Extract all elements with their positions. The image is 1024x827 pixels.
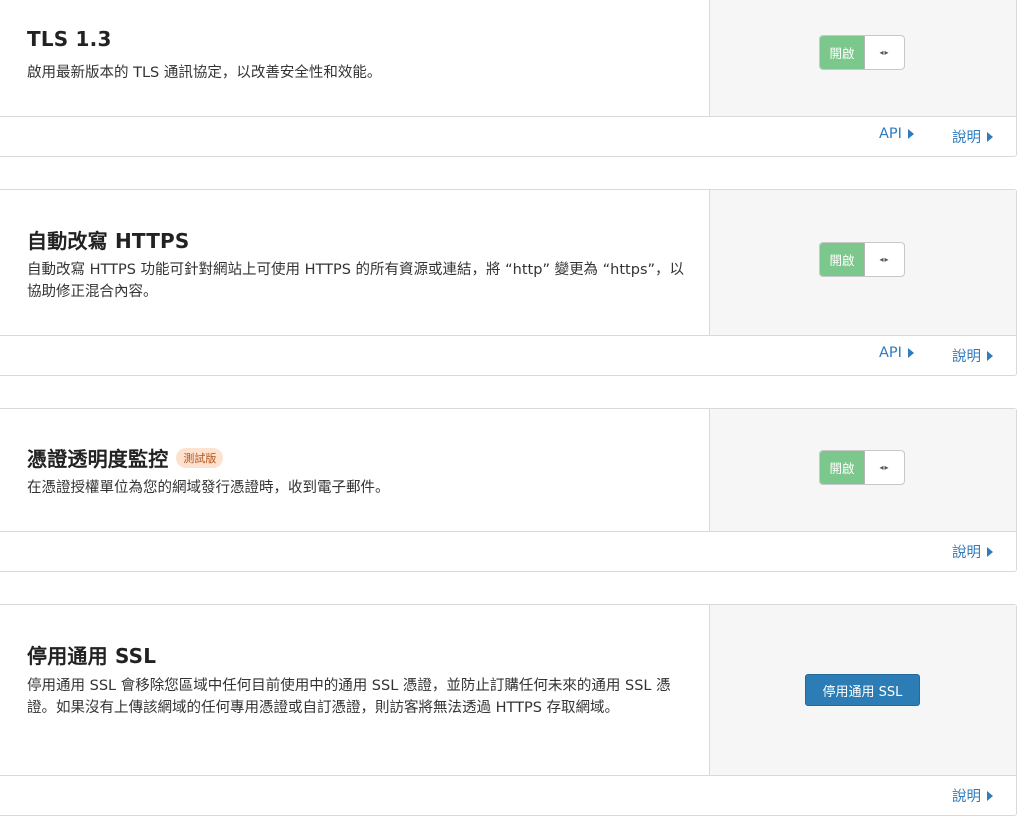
toggle-on-label: 開啟 — [820, 451, 865, 484]
caret-right-icon — [907, 348, 914, 358]
help-link-label: 說明 — [952, 130, 981, 146]
tls13-card: TLS 1.3 啟用最新版本的 TLS 通訊協定，以改善安全性和效能。 API … — [0, 0, 1017, 157]
help-link-label: 說明 — [952, 349, 981, 365]
title-row: 停用通用 SSL — [27, 640, 156, 669]
disable-universal-ssl-card: 停用通用 SSL 停用通用 SSL 會移除您區域中任何目前使用中的通用 SSL … — [0, 604, 1017, 816]
card-footer: 說明 — [0, 775, 1016, 815]
https-rewrite-toggle[interactable]: 開啟 ◂▸ — [819, 242, 905, 277]
help-link-label: 說明 — [952, 545, 981, 561]
caret-right-icon — [987, 546, 993, 557]
beta-badge: 測試版 — [176, 447, 224, 468]
card-title: 停用通用 SSL — [27, 644, 157, 668]
help-link[interactable]: 說明 — [952, 785, 993, 806]
toggle-on-label: 開啟 — [820, 36, 865, 69]
card-main: 自動改寫 HTTPS 自動改寫 HTTPS 功能可針對網站上可使用 HTTPS … — [0, 190, 709, 335]
toggle-handle-icon[interactable]: ◂▸ — [865, 243, 904, 276]
toggle-handle-icon[interactable]: ◂▸ — [865, 451, 904, 484]
card-footer: API 說明 — [0, 116, 1016, 156]
card-description: 啟用最新版本的 TLS 通訊協定，以改善安全性和效能。 — [27, 65, 382, 81]
card-main: 憑證透明度監控 測試版 在憑證授權單位為您的網域發行憑證時，收到電子郵件。 — [0, 409, 709, 531]
caret-right-icon — [987, 131, 993, 142]
help-link[interactable]: 說明 — [952, 126, 993, 147]
api-link[interactable]: API — [879, 126, 914, 142]
help-link-label: 說明 — [952, 789, 981, 805]
caret-right-icon — [987, 350, 993, 361]
ct-monitoring-toggle[interactable]: 開啟 ◂▸ — [819, 450, 905, 485]
card-footer: 說明 — [0, 531, 1016, 571]
toggle-on-label: 開啟 — [820, 243, 865, 276]
card-title: 自動改寫 HTTPS — [27, 229, 190, 253]
card-main: 停用通用 SSL 停用通用 SSL 會移除您區域中任何目前使用中的通用 SSL … — [0, 605, 709, 775]
tls13-toggle[interactable]: 開啟 ◂▸ — [819, 35, 905, 70]
title-row: 自動改寫 HTTPS — [27, 225, 190, 254]
card-title: TLS 1.3 — [27, 27, 112, 51]
api-link-label: API — [879, 345, 902, 361]
card-description: 停用通用 SSL 會移除您區域中任何目前使用中的通用 SSL 憑證，並防止訂購任… — [27, 678, 671, 716]
caret-right-icon — [907, 129, 914, 139]
api-link-label: API — [879, 126, 902, 142]
title-row: TLS 1.3 — [27, 27, 112, 51]
card-title: 憑證透明度監控 — [27, 447, 169, 471]
help-link[interactable]: 說明 — [952, 541, 993, 562]
https-rewrite-card: 自動改寫 HTTPS 自動改寫 HTTPS 功能可針對網站上可使用 HTTPS … — [0, 189, 1017, 376]
card-description: 在憑證授權單位為您的網域發行憑證時，收到電子郵件。 — [27, 480, 390, 496]
disable-universal-ssl-button[interactable]: 停用通用 SSL — [805, 674, 920, 706]
api-link[interactable]: API — [879, 345, 914, 361]
card-description: 自動改寫 HTTPS 功能可針對網站上可使用 HTTPS 的所有資源或連結，將 … — [27, 262, 685, 300]
ct-monitoring-card: 憑證透明度監控 測試版 在憑證授權單位為您的網域發行憑證時，收到電子郵件。 說明 — [0, 408, 1017, 572]
caret-right-icon — [987, 790, 993, 801]
toggle-handle-icon[interactable]: ◂▸ — [865, 36, 904, 69]
card-footer: API 說明 — [0, 335, 1016, 375]
title-row: 憑證透明度監控 測試版 — [27, 443, 224, 472]
help-link[interactable]: 說明 — [952, 345, 993, 366]
card-main: TLS 1.3 啟用最新版本的 TLS 通訊協定，以改善安全性和效能。 — [0, 0, 709, 116]
